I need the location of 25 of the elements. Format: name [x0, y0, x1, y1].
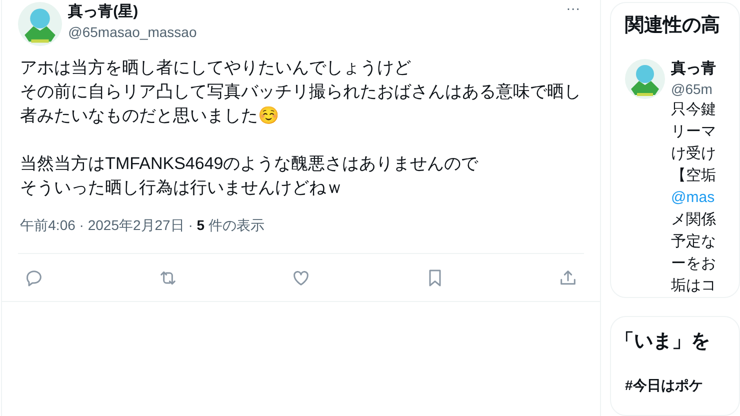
avatar-drawing[interactable] — [18, 2, 62, 46]
display-name[interactable]: 真っ青(星) — [68, 2, 197, 22]
user-handle[interactable]: @65m — [671, 79, 716, 99]
avatar-drawing[interactable] — [625, 59, 665, 99]
post-text: アホは当方を晒し者にしてやりたいんでしょうけど — [20, 57, 412, 79]
card-title: 関連性の高 — [625, 14, 721, 38]
bio-text: 【空垢 — [671, 166, 716, 186]
bio-text: ーをお — [671, 254, 716, 274]
post-text: その前に自らリア凸して写真バッチリ撮られたおばさんはある意味で晒し者みたいなものだと思いました☺ — [20, 81, 582, 127]
bio-text: 只今鍵 — [671, 100, 716, 120]
bio-text: 垢はコ — [671, 276, 716, 296]
bio-text: 予定な — [671, 232, 716, 252]
card-title: 「いま」を — [615, 330, 711, 354]
bio-text: け受け — [671, 144, 716, 164]
post-text: そういった晒し行為は行いませんけどねｗ — [20, 177, 344, 199]
share-icon[interactable] — [558, 268, 578, 288]
post-meta: 午前4:06 · 2025年2月27日 · 5 件の表示 — [19, 216, 266, 235]
trend-item[interactable]: #今日はポケ — [615, 375, 739, 395]
post-text: 当然当方はTMFANKS4649のような醜悪さはありませんので — [20, 153, 480, 175]
bio-text: リーマ — [671, 122, 716, 142]
user-handle[interactable]: @65masao_massao — [68, 22, 197, 42]
speech-bubble-icon[interactable] — [24, 268, 44, 288]
bio-text: メ関係 — [671, 210, 716, 230]
display-name[interactable]: 真っ青 — [671, 59, 716, 79]
more-button[interactable]: ··· — [566, 2, 580, 14]
